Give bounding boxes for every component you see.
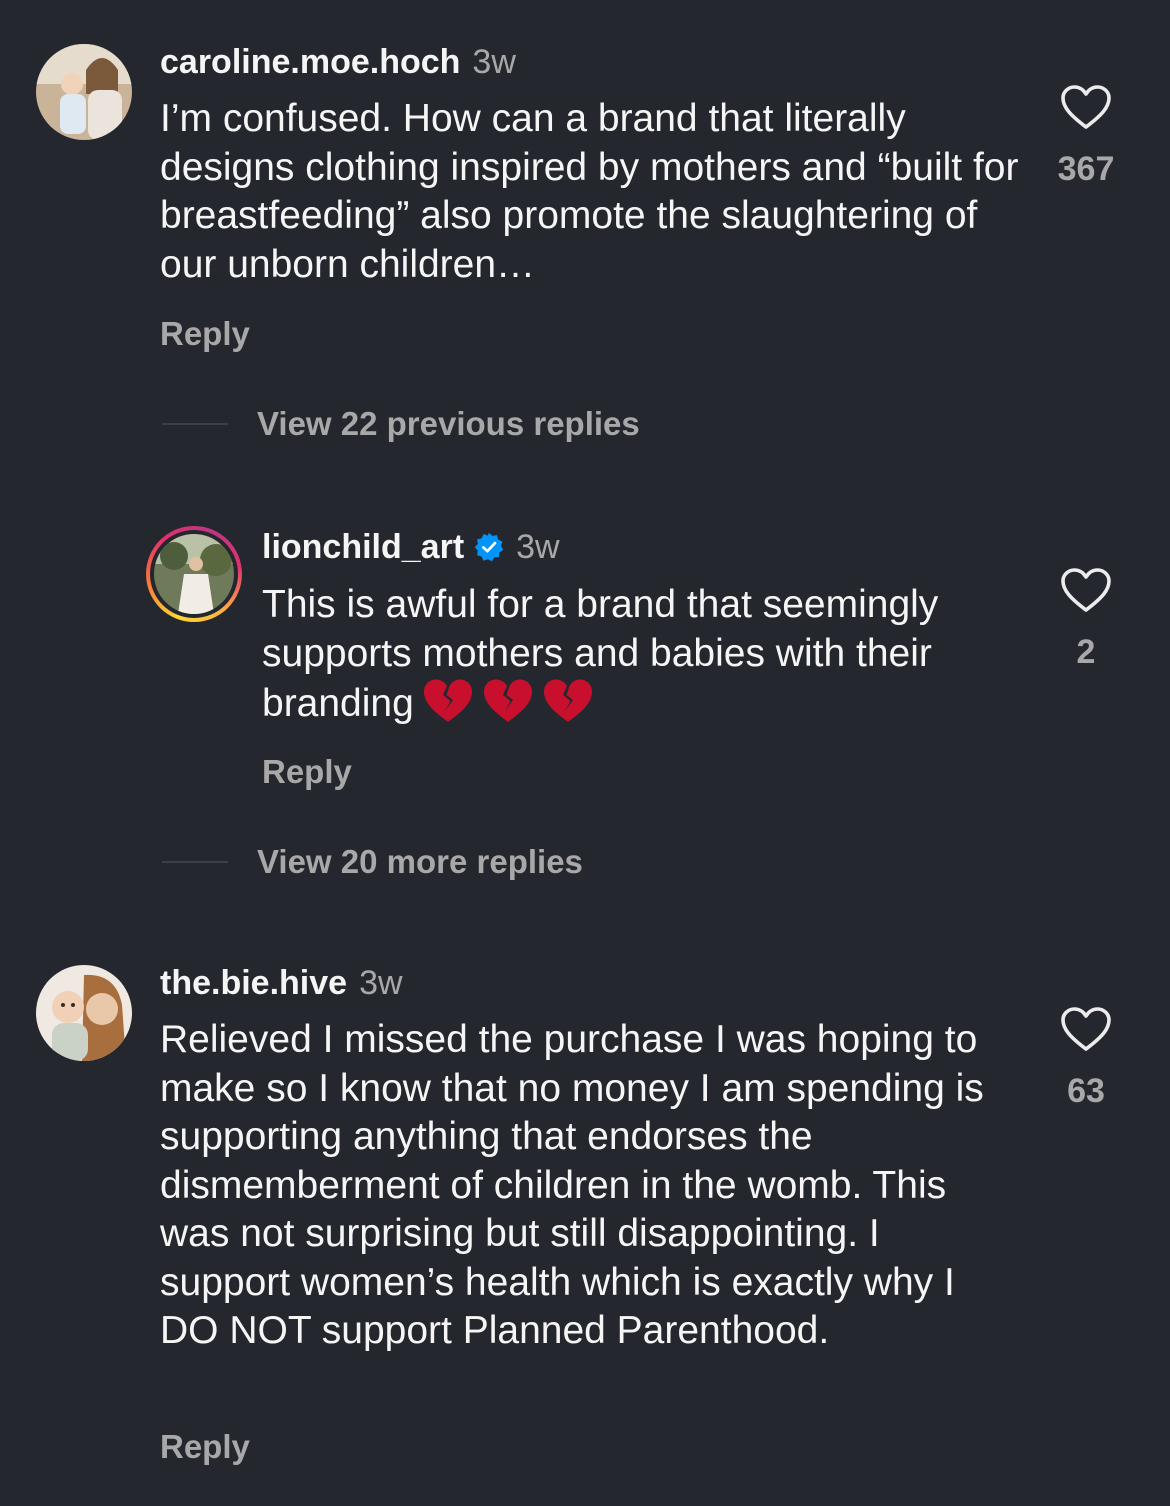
like-count: 63	[1067, 1072, 1105, 1110]
username[interactable]: the.bie.hive	[160, 963, 347, 1003]
view-previous-replies-button[interactable]: View 22 previous replies	[162, 405, 640, 443]
comment-text: This is awful for a brand that seemingly…	[262, 581, 982, 729]
like-count: 367	[1057, 150, 1115, 188]
emoji-group	[414, 679, 594, 725]
like-control: 63	[1056, 1006, 1116, 1111]
avatar[interactable]	[36, 965, 132, 1061]
heart-icon[interactable]	[1060, 1006, 1112, 1052]
view-more-replies-label: View 20 more replies	[257, 843, 583, 880]
avatar[interactable]	[146, 526, 242, 622]
comment-header: caroline.moe.hoch 3w	[160, 42, 516, 82]
reply-button[interactable]: Reply	[262, 753, 352, 791]
reply-button[interactable]: Reply	[160, 1428, 250, 1466]
heart-icon[interactable]	[1060, 84, 1112, 130]
divider-line	[162, 861, 228, 863]
avatar[interactable]	[36, 44, 132, 140]
like-control: 367	[1056, 84, 1116, 189]
verified-badge-icon	[474, 532, 504, 562]
broken-heart-icon	[543, 679, 592, 722]
timestamp: 3w	[516, 528, 560, 566]
reply-button[interactable]: Reply	[160, 315, 250, 353]
comment-header: lionchild_art 3w	[262, 527, 560, 567]
username[interactable]: lionchild_art	[262, 527, 464, 567]
view-previous-replies-label: View 22 previous replies	[257, 405, 640, 442]
comment-text: I’m confused. How can a brand that liter…	[160, 97, 1030, 286]
timestamp: 3w	[472, 43, 516, 81]
like-count: 2	[1076, 633, 1096, 671]
heart-icon[interactable]	[1060, 567, 1112, 613]
timestamp: 3w	[359, 964, 403, 1002]
username[interactable]: caroline.moe.hoch	[160, 42, 460, 82]
view-more-replies-button[interactable]: View 20 more replies	[162, 843, 583, 881]
divider-line	[162, 423, 228, 425]
comment-text-body: This is awful for a brand that seemingly…	[262, 583, 950, 725]
comment-text: Relieved I missed the purchase I was hop…	[160, 1018, 995, 1352]
broken-heart-icon	[483, 679, 532, 722]
comment-header: the.bie.hive 3w	[160, 963, 403, 1003]
like-control: 2	[1056, 567, 1116, 672]
broken-heart-icon	[423, 679, 472, 722]
